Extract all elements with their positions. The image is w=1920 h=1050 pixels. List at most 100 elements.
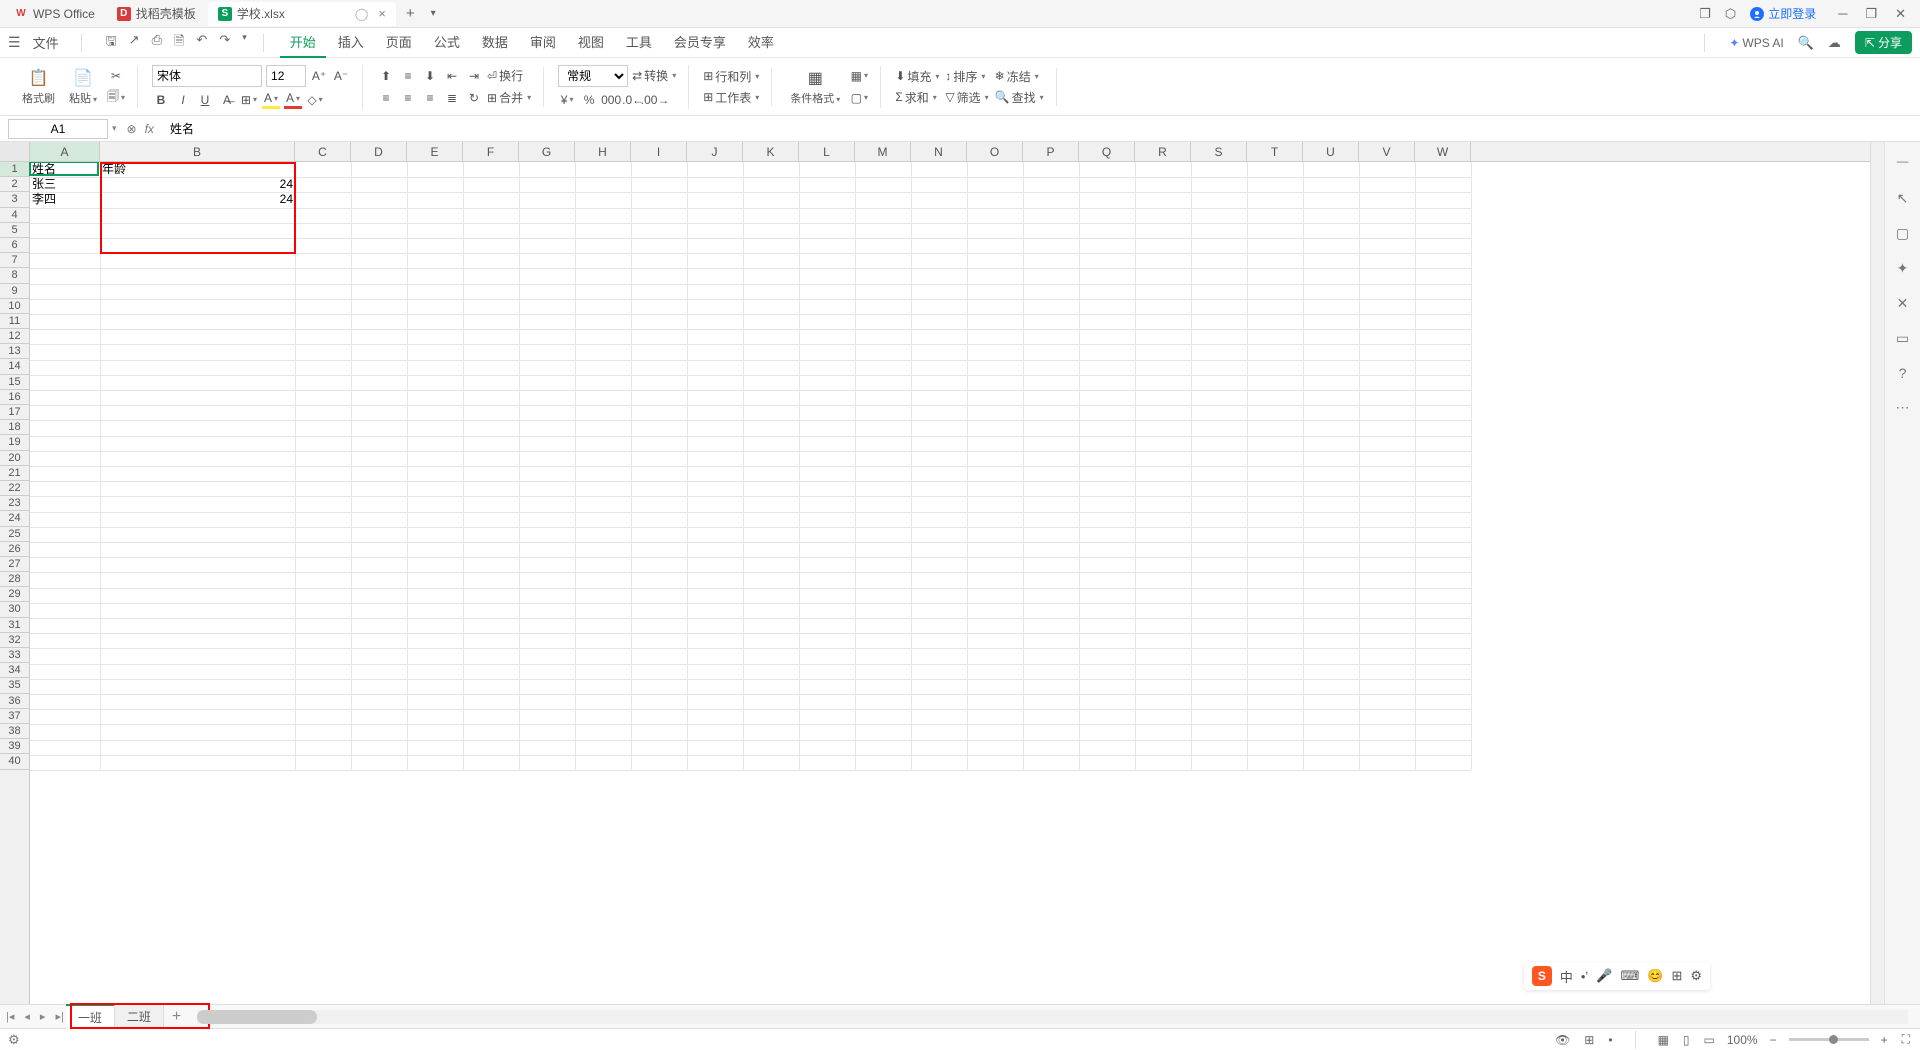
page-break-view-icon[interactable]: ▭: [1702, 1031, 1717, 1049]
find-button[interactable]: 🔍 查找▾: [995, 89, 1044, 106]
wrap-button[interactable]: ⏎ 换行: [487, 67, 523, 84]
col-header-C[interactable]: C: [295, 142, 351, 161]
font-color-icon[interactable]: A▾: [284, 91, 302, 109]
ime-punct-icon[interactable]: •ʼ: [1581, 969, 1588, 984]
close-tab-icon[interactable]: ×: [378, 6, 386, 21]
menu-tab-tools[interactable]: 工具: [616, 27, 662, 58]
decrease-indent-icon[interactable]: ⇤: [443, 67, 461, 85]
maximize-icon[interactable]: ❐: [1865, 6, 1877, 22]
cell-B3[interactable]: 24: [100, 192, 295, 207]
row-header-11[interactable]: 11: [0, 314, 29, 329]
cell-B1[interactable]: 年龄: [100, 162, 295, 177]
col-header-B[interactable]: B: [100, 142, 295, 161]
formula-input[interactable]: [164, 120, 1912, 138]
col-header-S[interactable]: S: [1191, 142, 1247, 161]
vertical-scrollbar[interactable]: [1870, 142, 1884, 1004]
more-icon[interactable]: ⋯: [1896, 399, 1910, 416]
cell-reference-input[interactable]: [8, 119, 108, 139]
row-header-35[interactable]: 35: [0, 678, 29, 693]
col-header-J[interactable]: J: [687, 142, 743, 161]
selection-icon[interactable]: ↖: [1897, 190, 1909, 207]
tab-wps-office[interactable]: W WPS Office: [4, 2, 105, 26]
row-header-31[interactable]: 31: [0, 618, 29, 633]
decrease-decimal-icon[interactable]: .0←: [624, 91, 642, 109]
comma-icon[interactable]: 000: [602, 91, 620, 109]
menu-tab-insert[interactable]: 插入: [328, 27, 374, 58]
col-header-R[interactable]: R: [1135, 142, 1191, 161]
page-view-icon[interactable]: ▯: [1681, 1031, 1692, 1049]
zoom-label[interactable]: 100%: [1727, 1033, 1758, 1047]
row-header-23[interactable]: 23: [0, 496, 29, 511]
row-header-10[interactable]: 10: [0, 299, 29, 314]
row-header-30[interactable]: 30: [0, 602, 29, 617]
menu-tab-efficiency[interactable]: 效率: [738, 27, 784, 58]
dot-icon[interactable]: •: [1606, 1031, 1614, 1049]
next-sheet-icon[interactable]: ▸: [38, 1010, 48, 1023]
menu-tab-data[interactable]: 数据: [472, 27, 518, 58]
row-header-2[interactable]: 2: [0, 177, 29, 192]
row-header-4[interactable]: 4: [0, 208, 29, 223]
row-header-39[interactable]: 39: [0, 739, 29, 754]
font-name-select[interactable]: [152, 65, 262, 87]
save-icon[interactable]: 🖫: [106, 32, 117, 54]
col-header-T[interactable]: T: [1247, 142, 1303, 161]
row-header-37[interactable]: 37: [0, 709, 29, 724]
merge-button[interactable]: ⊞ 合并▾: [487, 89, 531, 106]
orientation-icon[interactable]: ↻: [465, 89, 483, 107]
col-header-M[interactable]: M: [855, 142, 911, 161]
row-header-22[interactable]: 22: [0, 481, 29, 496]
col-header-F[interactable]: F: [463, 142, 519, 161]
fill-color-icon[interactable]: ◇▾: [306, 91, 324, 109]
row-header-24[interactable]: 24: [0, 511, 29, 526]
col-header-D[interactable]: D: [351, 142, 407, 161]
row-header-3[interactable]: 3: [0, 192, 29, 207]
last-sheet-icon[interactable]: ▸|: [53, 1010, 65, 1023]
export-icon[interactable]: ↗: [129, 32, 140, 54]
row-col-button[interactable]: ⊞ 行和列▾: [703, 68, 759, 85]
row-header-16[interactable]: 16: [0, 390, 29, 405]
row-header-38[interactable]: 38: [0, 724, 29, 739]
underline-icon[interactable]: U: [196, 91, 214, 109]
col-header-V[interactable]: V: [1359, 142, 1415, 161]
row-header-8[interactable]: 8: [0, 268, 29, 283]
redo-icon[interactable]: ↷: [219, 32, 230, 54]
menu-tab-review[interactable]: 审阅: [520, 27, 566, 58]
add-tab-button[interactable]: +: [398, 5, 423, 22]
ime-toolbox-icon[interactable]: ⊞: [1671, 968, 1682, 984]
row-header-32[interactable]: 32: [0, 633, 29, 648]
login-button[interactable]: 立即登录: [1750, 5, 1816, 22]
increase-font-icon[interactable]: A⁺: [310, 67, 328, 85]
cell-A3[interactable]: 李四: [30, 192, 100, 207]
align-top-icon[interactable]: ⬆: [377, 67, 395, 85]
col-header-H[interactable]: H: [575, 142, 631, 161]
select-all-corner[interactable]: [0, 142, 30, 161]
fullscreen-icon[interactable]: ⛶: [1900, 1030, 1912, 1049]
row-header-29[interactable]: 29: [0, 587, 29, 602]
filter-button[interactable]: ▽ 筛选▾: [945, 89, 988, 106]
menu-tab-formula[interactable]: 公式: [424, 27, 470, 58]
col-header-Q[interactable]: Q: [1079, 142, 1135, 161]
align-middle-icon[interactable]: ≡: [399, 67, 417, 85]
decrease-font-icon[interactable]: A⁻: [332, 67, 350, 85]
justify-icon[interactable]: ≣: [443, 89, 461, 107]
col-header-G[interactable]: G: [519, 142, 575, 161]
col-header-E[interactable]: E: [407, 142, 463, 161]
number-format-select[interactable]: 常规: [558, 65, 628, 87]
quick-dropdown-icon[interactable]: ▾: [242, 32, 247, 54]
tab-menu-dropdown[interactable]: ▾: [423, 8, 444, 19]
paste-button[interactable]: 📄 粘贴▾: [65, 66, 101, 108]
zoom-out-icon[interactable]: −: [1768, 1031, 1779, 1049]
italic-icon[interactable]: I: [174, 91, 192, 109]
col-header-I[interactable]: I: [631, 142, 687, 161]
close-window-icon[interactable]: ✕: [1895, 6, 1906, 22]
ime-settings-icon[interactable]: ⚙: [1690, 968, 1702, 984]
menu-tab-start[interactable]: 开始: [280, 27, 326, 58]
minimize-icon[interactable]: ─: [1838, 6, 1847, 22]
tab-document[interactable]: S 学校.xlsx ◯ ×: [208, 2, 396, 26]
cell-A2[interactable]: 张三: [30, 177, 100, 192]
convert-button[interactable]: ⇄ 转换▾: [632, 67, 676, 84]
ime-toolbar[interactable]: S 中 •ʼ 🎤 ⌨ 😊 ⊞ ⚙: [1524, 962, 1710, 990]
cloud-icon[interactable]: ☁: [1828, 35, 1841, 51]
row-header-13[interactable]: 13: [0, 344, 29, 359]
ime-mic-icon[interactable]: 🎤: [1596, 968, 1612, 984]
